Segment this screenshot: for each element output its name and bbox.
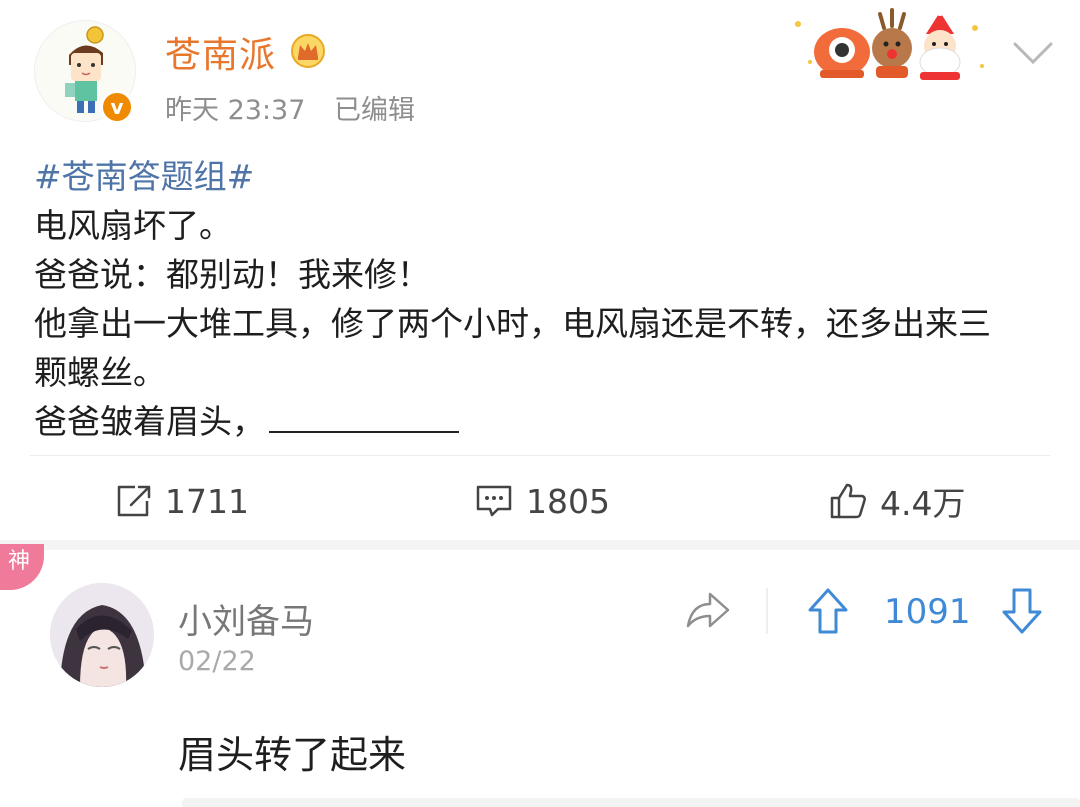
like-icon [830, 483, 866, 519]
divider [30, 455, 1050, 456]
decoration-stickers [780, 4, 990, 88]
post-line: 颗螺丝。 [34, 353, 166, 392]
post-line: 爸爸皱着眉头， [34, 402, 265, 441]
reply-box-edge [182, 798, 1080, 807]
post-line: 爸爸说：都别动！我来修！ [34, 255, 430, 294]
hashtag-link[interactable]: #苍南答题组# [34, 157, 254, 196]
share-icon[interactable] [684, 588, 732, 636]
downvote-icon[interactable] [1000, 586, 1044, 640]
upvote-icon[interactable] [806, 586, 850, 640]
commenter-avatar[interactable] [50, 583, 154, 687]
like-count: 4.4万 [880, 484, 966, 523]
post-content: #苍南答题组# 电风扇坏了。 爸爸说：都别动！我来修！ 他拿出一大堆工具，修了两… [34, 152, 1054, 446]
comment-icon [476, 485, 512, 517]
chevron-down-icon[interactable] [1012, 40, 1054, 70]
repost-count: 1711 [165, 481, 249, 521]
repost-button[interactable]: 1711 [115, 478, 249, 524]
comment-text: 眉头转了起来 [178, 733, 407, 777]
repost-icon [117, 485, 151, 517]
fill-in-blank [269, 431, 459, 433]
comment-button[interactable]: 1805 [474, 478, 610, 524]
post-line: 电风扇坏了。 [34, 206, 232, 245]
divider [766, 588, 768, 634]
edited-label: 已编辑 [334, 95, 415, 126]
comment-count: 1805 [526, 481, 610, 521]
commenter-name[interactable]: 小刘备马 [178, 594, 314, 643]
crown-icon [290, 34, 326, 72]
post-time: 昨天 23:37 [165, 95, 306, 126]
post-meta: 昨天 23:37 已编辑 [165, 88, 415, 127]
comment-date: 02/22 [178, 646, 256, 677]
verified-badge: v [100, 90, 134, 124]
post-author-name[interactable]: 苍南派 [165, 26, 276, 78]
god-comment-badge: 神 [0, 544, 44, 590]
vote-count: 1091 [884, 592, 971, 632]
section-separator [0, 540, 1080, 550]
post-line: 他拿出一大堆工具，修了两个小时，电风扇还是不转，还多出来三 [34, 304, 991, 343]
like-button[interactable]: 4.4万 [828, 478, 965, 524]
